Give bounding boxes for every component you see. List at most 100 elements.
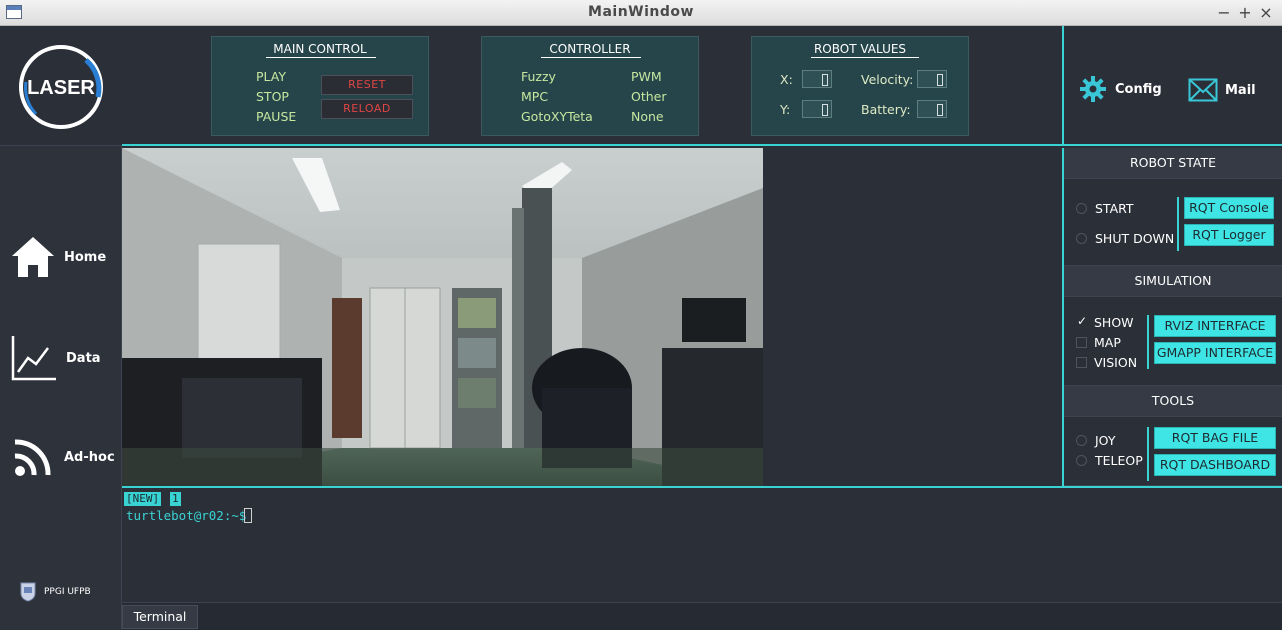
- terminal-tab-1[interactable]: 1: [170, 492, 181, 506]
- nav-data[interactable]: Data: [10, 334, 101, 382]
- maximize-button[interactable]: +: [1235, 3, 1255, 23]
- check-map[interactable]: MAP: [1076, 335, 1121, 350]
- close-button[interactable]: ×: [1256, 3, 1276, 23]
- controller-fuzzy[interactable]: Fuzzy: [521, 69, 556, 84]
- terminal-tab-new[interactable]: [NEW]: [124, 492, 162, 506]
- check-map-label: MAP: [1094, 335, 1121, 350]
- rqt-bag-file-button[interactable]: RQT BAG FILE: [1154, 427, 1276, 449]
- terminal-panel[interactable]: [NEW] 1 turtlebot@r02:~$ Terminal: [122, 486, 1282, 630]
- main-control-title: MAIN CONTROL: [273, 42, 367, 56]
- controller-mpc[interactable]: MPC: [521, 89, 548, 104]
- separator: [1177, 197, 1179, 251]
- right-panel: ROBOT STATE START SHUT DOWN RQT Console …: [1062, 148, 1282, 486]
- footer-logo: PPGI UFPB: [20, 582, 91, 602]
- battery-value-display: [917, 100, 947, 118]
- reset-button[interactable]: RESET: [321, 75, 413, 95]
- mail-label: Mail: [1225, 82, 1256, 98]
- mail-button[interactable]: Mail: [1188, 78, 1256, 102]
- terminal-prompt: turtlebot@r02:~$: [126, 508, 247, 523]
- mail-icon: [1188, 78, 1218, 102]
- radio-teleop[interactable]: TELEOP: [1076, 453, 1143, 468]
- x-value-display: [802, 70, 832, 88]
- controller-panel: CONTROLLER Fuzzy MPC GotoXYTeta PWM Othe…: [481, 36, 699, 136]
- tools-section: JOY TELEOP RQT BAG FILE RQT DASHBOARD: [1064, 416, 1282, 486]
- robot-values-title: ROBOT VALUES: [813, 42, 907, 56]
- separator: [1147, 315, 1149, 369]
- robot-values-panel: ROBOT VALUES X: Y: Velocity: Battery:: [751, 36, 969, 136]
- footer-label: PPGI UFPB: [44, 587, 91, 597]
- terminal-tab[interactable]: Terminal: [122, 605, 198, 629]
- velocity-label: Velocity:: [861, 72, 914, 87]
- window-title: MainWindow: [588, 4, 694, 20]
- separator: [1147, 427, 1149, 481]
- sidebar: LASER Home Data Ad-hoc PPGI UFPB: [0, 26, 122, 630]
- rqt-dashboard-button[interactable]: RQT DASHBOARD: [1154, 454, 1276, 476]
- camera-feed: [122, 148, 763, 486]
- rqt-console-button[interactable]: RQT Console: [1184, 197, 1274, 219]
- checkbox: [1076, 357, 1087, 368]
- radio-start[interactable]: START: [1076, 201, 1134, 216]
- radio-dot: [1076, 455, 1087, 466]
- velocity-value-display: [917, 70, 947, 88]
- controller-none[interactable]: None: [631, 109, 664, 124]
- y-label: Y:: [780, 102, 791, 117]
- controller-other[interactable]: Other: [631, 89, 667, 104]
- radio-teleop-label: TELEOP: [1095, 453, 1143, 468]
- header-actions: Config Mail: [1062, 26, 1282, 146]
- title-underline: [811, 57, 919, 58]
- wifi-signal-icon: [14, 439, 51, 476]
- main-window: LASER Home Data Ad-hoc PPGI UFPB MAIN CO…: [0, 26, 1282, 630]
- battery-label: Battery:: [861, 102, 911, 117]
- camera-empty-area: [763, 148, 1062, 486]
- robot-state-header: ROBOT STATE: [1064, 148, 1282, 178]
- title-underline: [541, 57, 641, 58]
- radio-dot: [1076, 233, 1087, 244]
- minimize-button[interactable]: −: [1214, 3, 1234, 23]
- terminal-tabbar: Terminal: [122, 602, 1282, 630]
- config-button[interactable]: Config: [1080, 76, 1162, 102]
- radio-dot: [1076, 435, 1087, 446]
- stop-option[interactable]: STOP: [256, 89, 289, 104]
- window-titlebar: MainWindow − + ×: [0, 0, 1282, 26]
- logo-text: LASER: [27, 77, 95, 99]
- radio-start-label: START: [1095, 201, 1134, 216]
- radio-shutdown-label: SHUT DOWN: [1095, 231, 1175, 246]
- laser-logo: LASER: [19, 45, 103, 129]
- checkbox: [1076, 337, 1087, 348]
- top-control-bar: MAIN CONTROL PLAY STOP PAUSE RESET RELOA…: [122, 26, 1062, 146]
- controller-pwm[interactable]: PWM: [631, 69, 662, 84]
- radio-shutdown[interactable]: SHUT DOWN: [1076, 231, 1174, 246]
- gmapp-interface-button[interactable]: GMAPP INTERFACE: [1154, 342, 1276, 364]
- terminal-cursor: [244, 508, 252, 523]
- controller-title: CONTROLLER: [549, 42, 631, 56]
- reload-button[interactable]: RELOAD: [321, 99, 413, 119]
- ufpb-crest-icon: [20, 582, 36, 602]
- x-label: X:: [780, 72, 793, 87]
- nav-home[interactable]: Home: [10, 234, 106, 280]
- nav-adhoc-label: Ad-hoc: [64, 449, 115, 465]
- camera-image: [122, 148, 763, 486]
- radio-joy-label: JOY: [1095, 433, 1116, 448]
- simulation-section: SHOW MAP VISION RVIZ INTERFACE GMAPP INT…: [1064, 296, 1282, 386]
- check-show-label: SHOW: [1094, 315, 1134, 330]
- tools-header: TOOLS: [1064, 386, 1282, 416]
- controller-gotoxyteta[interactable]: GotoXYTeta: [521, 109, 593, 124]
- gear-icon: [1080, 76, 1106, 102]
- radio-joy[interactable]: JOY: [1076, 433, 1115, 448]
- nav-data-label: Data: [66, 350, 101, 366]
- radio-dot: [1076, 203, 1087, 214]
- check-vision[interactable]: VISION: [1076, 355, 1137, 370]
- check-show[interactable]: SHOW: [1076, 314, 1134, 330]
- y-value-display: [802, 100, 832, 118]
- simulation-header: SIMULATION: [1064, 266, 1282, 296]
- config-label: Config: [1115, 81, 1162, 97]
- pause-option[interactable]: PAUSE: [256, 109, 296, 124]
- main-control-panel: MAIN CONTROL PLAY STOP PAUSE RESET RELOA…: [211, 36, 429, 136]
- home-icon: [12, 237, 54, 277]
- robot-state-section: START SHUT DOWN RQT Console RQT Logger: [1064, 178, 1282, 266]
- chart-line-icon: [11, 336, 56, 381]
- nav-adhoc[interactable]: Ad-hoc: [10, 434, 115, 480]
- play-option[interactable]: PLAY: [256, 69, 286, 84]
- rviz-interface-button[interactable]: RVIZ INTERFACE: [1154, 315, 1276, 337]
- rqt-logger-button[interactable]: RQT Logger: [1184, 224, 1274, 246]
